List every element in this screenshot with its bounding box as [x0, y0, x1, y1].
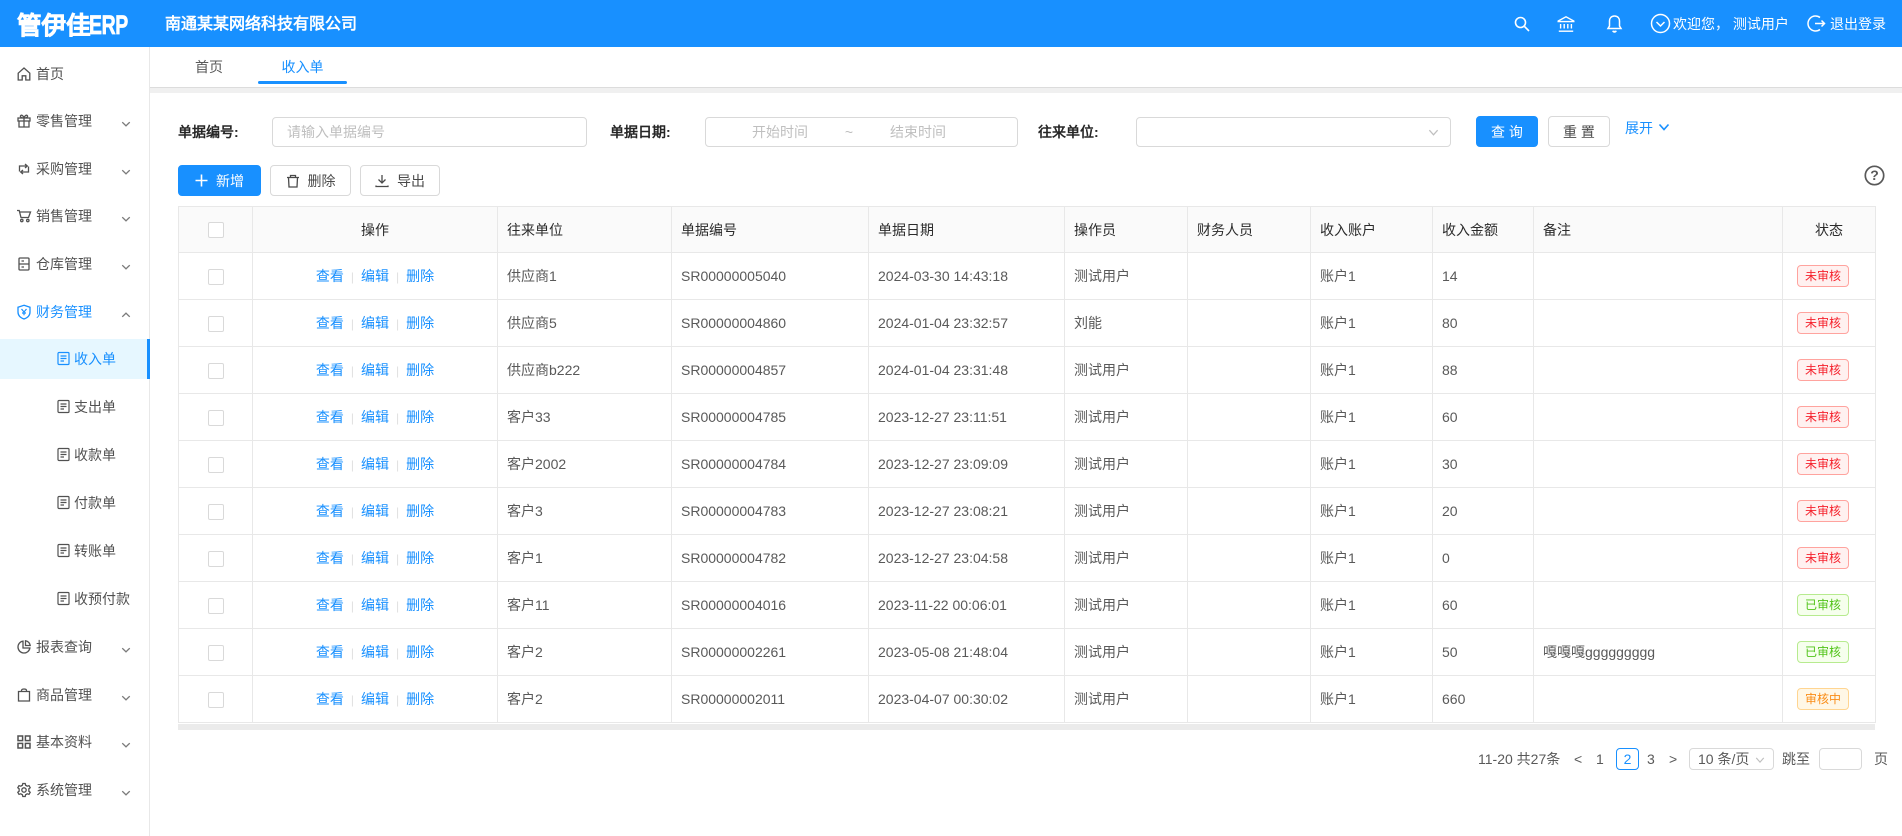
svg-text:?: ?	[1870, 167, 1879, 183]
